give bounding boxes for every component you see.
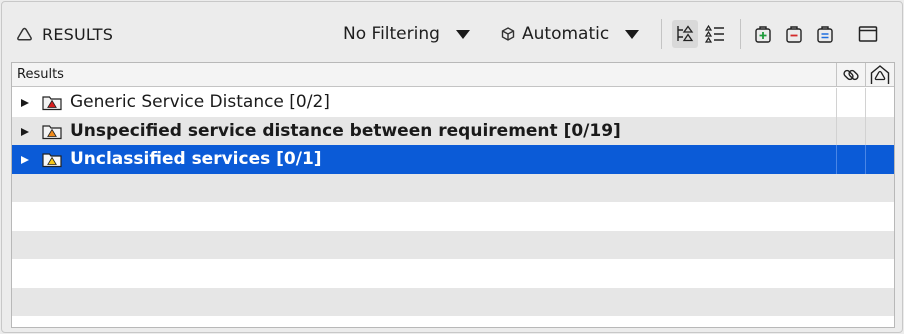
panel-title: RESULTS: [16, 22, 113, 46]
tree-view-icon: [677, 25, 694, 42]
cell-divider: [865, 88, 866, 117]
results-table[interactable]: Results Generic Service Distance [0/2] U…: [11, 62, 895, 328]
empty-row: [12, 259, 894, 288]
column-header-results[interactable]: Results: [17, 67, 64, 82]
add-button[interactable]: [750, 20, 776, 48]
window-icon: [858, 26, 878, 42]
table-row[interactable]: Unspecified service distance between req…: [12, 116, 894, 145]
triangle-outline-icon: [17, 27, 32, 41]
row-label: Unspecified service distance between req…: [70, 120, 621, 141]
row-label: Generic Service Distance [0/2]: [70, 92, 330, 112]
mode-dropdown[interactable]: Automatic: [500, 21, 640, 47]
table-header: Results: [12, 63, 894, 87]
cube-icon: [501, 27, 515, 41]
filter-dropdown[interactable]: No Filtering: [343, 21, 470, 47]
expand-arrow-icon[interactable]: [21, 99, 29, 107]
expand-arrow-icon[interactable]: [21, 127, 29, 136]
folder-error-icon: [42, 96, 62, 111]
add-icon: [755, 26, 771, 43]
window-button[interactable]: [855, 20, 881, 48]
toolbar-separator: [740, 19, 741, 49]
column-header-warning[interactable]: [865, 63, 894, 86]
empty-row: [12, 316, 894, 327]
tree-view-button[interactable]: [672, 20, 698, 48]
equals-icon: [817, 26, 833, 43]
chevron-down-icon: [625, 29, 640, 39]
house-warning-icon: [870, 64, 890, 84]
chevron-down-icon: [455, 29, 470, 39]
empty-row: [12, 287, 894, 316]
filter-dropdown-value: No Filtering: [343, 24, 440, 44]
cell-divider: [836, 88, 837, 117]
expand-arrow-icon[interactable]: [21, 156, 29, 164]
ordered-list-icon: [704, 24, 724, 43]
empty-row: [12, 202, 894, 231]
empty-row: [12, 173, 894, 202]
remove-icon: [786, 26, 802, 43]
table-row[interactable]: Generic Service Distance [0/2]: [12, 88, 894, 117]
remove-button[interactable]: [781, 20, 807, 48]
results-panel: RESULTS No Filtering Automatic Results G…: [1, 1, 903, 333]
table-body: Generic Service Distance [0/2] Unspecifi…: [12, 88, 894, 327]
ordered-list-button[interactable]: [702, 20, 728, 48]
column-header-link[interactable]: [836, 63, 865, 86]
folder-info-icon: [42, 153, 62, 168]
mode-dropdown-value: Automatic: [522, 24, 610, 44]
cell-divider: [865, 116, 866, 145]
cell-divider: [836, 145, 837, 174]
table-row-selected[interactable]: Unclassified services [0/1]: [12, 145, 894, 174]
folder-warning-icon: [42, 124, 62, 139]
cell-divider: [865, 145, 866, 174]
row-label: Unclassified services [0/1]: [70, 149, 322, 169]
toolbar-separator: [661, 19, 662, 49]
panel-header: RESULTS No Filtering Automatic: [2, 2, 902, 62]
link-icon: [843, 69, 859, 80]
equals-button[interactable]: [812, 20, 838, 48]
empty-row: [12, 230, 894, 259]
cell-divider: [836, 116, 837, 145]
panel-title-text: RESULTS: [42, 24, 114, 44]
